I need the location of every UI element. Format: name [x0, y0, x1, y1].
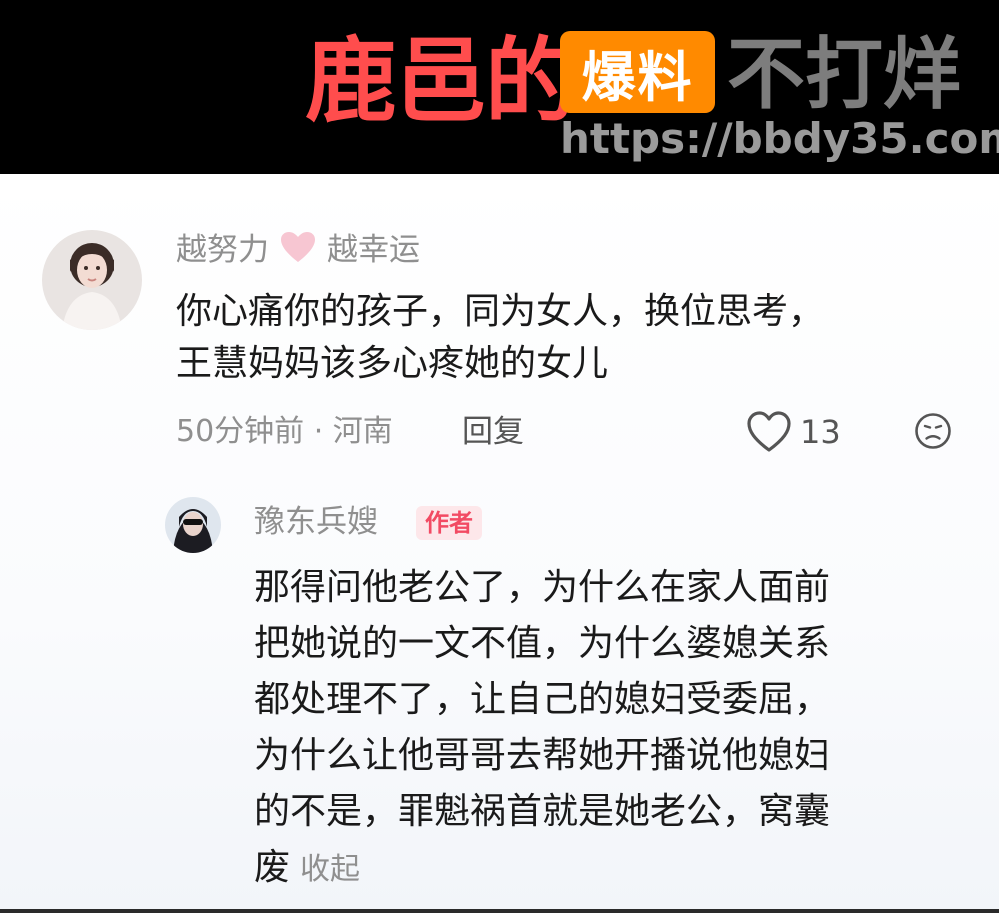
collapse-button[interactable]: 收起 [300, 852, 360, 887]
channel-badge: 爆料 [560, 31, 715, 113]
like-count: 13 [800, 413, 841, 451]
video-header-banner: 鹿邑的 爆料 不打烊 https://bbdy35.com [0, 0, 999, 174]
username-part1: 越努力 [176, 232, 269, 268]
reply-line: 那得问他老公了，为什么在家人面前 [254, 567, 831, 608]
reply-line: 把她说的一文不值，为什么婆媳关系 [254, 623, 831, 664]
reply-body: 那得问他老公了，为什么在家人面前 把她说的一文不值，为什么婆媳关系 都处理不了，… [254, 560, 944, 898]
author-avatar[interactable] [165, 497, 221, 553]
username-part2: 越幸运 [327, 232, 420, 268]
bottom-divider [0, 909, 999, 913]
channel-title-gray: 不打烊 [727, 30, 962, 120]
author-tag-badge: 作者 [416, 506, 482, 540]
comment-line: 你心痛你的孩子，同为女人，换位思考， [176, 291, 825, 332]
pink-heart-icon [279, 230, 317, 273]
comment-meta: 50分钟前 · 河南 [176, 414, 393, 449]
channel-url-watermark: https://bbdy35.com [560, 114, 999, 163]
heart-outline-icon[interactable] [746, 410, 792, 454]
reply-line: 都处理不了，让自己的媳妇受委屈， [254, 679, 831, 720]
reply-line-text: 废 [254, 847, 291, 888]
commenter-avatar[interactable] [42, 230, 142, 330]
comment-line: 王慧妈妈该多心疼她的女儿 [176, 343, 609, 384]
channel-title-red: 鹿邑的 [305, 28, 577, 135]
reply-line: 的不是，罪魁祸首就是她老公，窝囊 [254, 791, 831, 832]
author-username[interactable]: 豫东兵嫂 [254, 502, 378, 542]
reply-last-line: 废收起 [254, 840, 944, 898]
comment-body: 你心痛你的孩子，同为女人，换位思考， 王慧妈妈该多心疼她的女儿 [176, 286, 956, 390]
sad-face-icon[interactable] [914, 412, 952, 450]
reply-line: 为什么让他哥哥去帮她开播说他媳妇 [254, 735, 831, 776]
commenter-username[interactable]: 越努力 越幸运 [176, 230, 420, 273]
reply-button[interactable]: 回复 [462, 412, 524, 452]
